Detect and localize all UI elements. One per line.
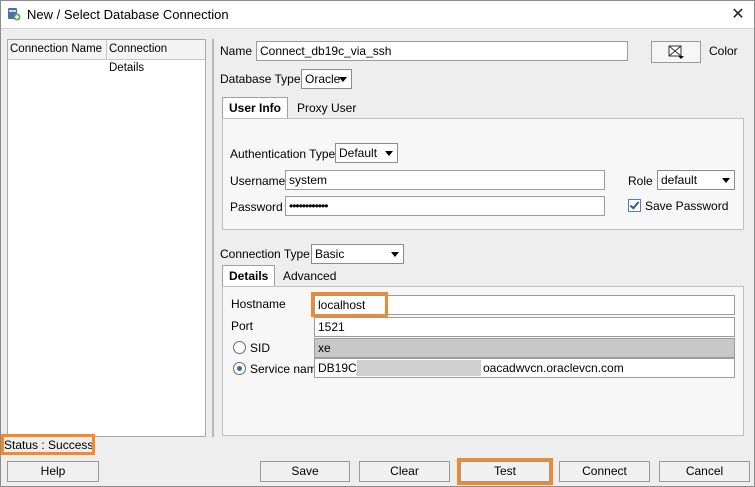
- save-button[interactable]: Save: [260, 461, 350, 482]
- status-text: Status : Success: [4, 438, 94, 452]
- chevron-down-icon: [339, 77, 347, 82]
- tab-details[interactable]: Details: [222, 265, 276, 287]
- database-type-select[interactable]: Oracle: [301, 69, 352, 89]
- radio-selected-dot: [237, 366, 242, 371]
- color-picker-icon: [668, 45, 684, 59]
- connect-button[interactable]: Connect: [559, 461, 650, 482]
- connection-type-select[interactable]: Basic: [311, 244, 404, 264]
- redacted-region: [357, 360, 481, 376]
- tab-advanced[interactable]: Advanced: [277, 266, 342, 288]
- connection-type-value: Basic: [315, 247, 345, 261]
- password-label: Password: [230, 200, 283, 214]
- color-button[interactable]: [651, 41, 701, 63]
- chevron-down-icon: [391, 252, 399, 257]
- window-title: New / Select Database Connection: [27, 7, 229, 22]
- role-select[interactable]: default: [657, 170, 735, 190]
- connection-list-header: Connection Name Connection Details: [8, 40, 205, 74]
- service-name-radio[interactable]: [233, 362, 246, 375]
- port-field[interactable]: 1521: [314, 317, 735, 337]
- chevron-down-icon: [385, 151, 393, 156]
- save-password-checkbox[interactable]: [628, 199, 641, 212]
- connection-list[interactable]: Connection Name Connection Details: [7, 39, 206, 437]
- clear-button[interactable]: Clear: [359, 461, 450, 482]
- cancel-button[interactable]: Cancel: [659, 461, 750, 482]
- auth-type-select[interactable]: Default: [335, 143, 398, 163]
- checkmark-icon: [629, 199, 640, 210]
- service-name-suffix: oacadwvcn.oraclevcn.com: [483, 361, 624, 375]
- connection-type-label: Connection Type: [220, 247, 310, 261]
- sid-radio[interactable]: [233, 341, 246, 354]
- name-label: Name: [220, 44, 253, 58]
- color-label: Color: [709, 44, 738, 58]
- database-connection-icon: [8, 8, 21, 21]
- column-connection-details[interactable]: Connection Details: [107, 40, 205, 74]
- connection-dialog: New / Select Database Connection ✕ Conne…: [0, 0, 755, 487]
- sid-label: SID: [250, 341, 271, 355]
- auth-type-value: Default: [339, 146, 378, 160]
- username-field[interactable]: system: [285, 170, 605, 190]
- database-type-value: Oracle: [305, 72, 341, 86]
- auth-type-label: Authentication Type: [230, 147, 336, 161]
- splitter[interactable]: [212, 39, 214, 437]
- password-field[interactable]: ••••••••••••: [285, 196, 605, 216]
- role-value: default: [661, 173, 698, 187]
- title-bar: New / Select Database Connection ✕: [1, 1, 754, 29]
- username-label: Username: [230, 174, 286, 188]
- chevron-down-icon: [722, 178, 730, 183]
- port-label: Port: [231, 319, 254, 333]
- hostname-label: Hostname: [231, 297, 286, 311]
- save-password-label: Save Password: [645, 199, 729, 213]
- service-name-label: Service name: [250, 362, 324, 376]
- test-button[interactable]: Test: [460, 461, 550, 482]
- role-label: Role: [628, 174, 653, 188]
- name-field[interactable]: Connect_db19c_via_ssh: [256, 41, 628, 61]
- column-connection-name[interactable]: Connection Name: [8, 40, 107, 59]
- help-button[interactable]: Help: [7, 461, 99, 482]
- tab-user-info[interactable]: User Info: [222, 97, 289, 119]
- sid-field[interactable]: xe: [314, 338, 735, 358]
- hostname-field[interactable]: localhost: [314, 295, 735, 315]
- database-type-label: Database Type: [220, 72, 301, 86]
- close-icon[interactable]: ✕: [728, 4, 748, 24]
- tab-proxy-user[interactable]: Proxy User: [291, 98, 362, 120]
